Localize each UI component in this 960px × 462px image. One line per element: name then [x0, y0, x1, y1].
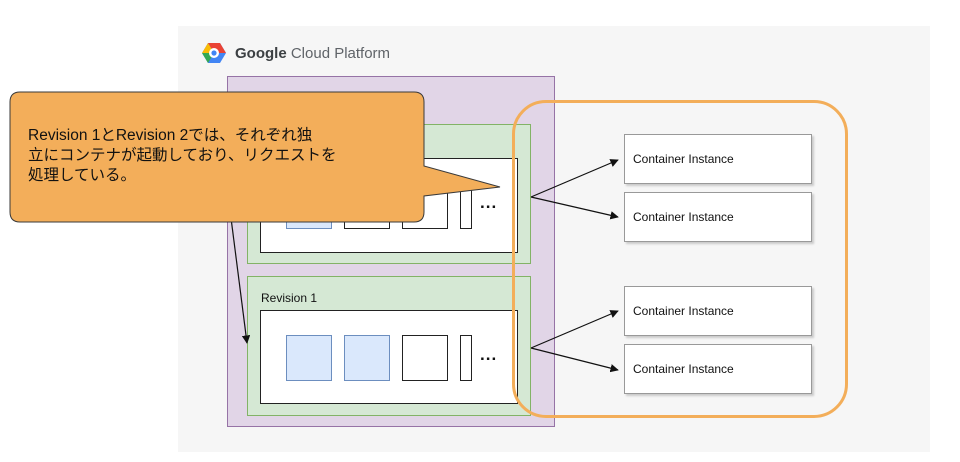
callout-line: 立にコンテナが起動しており、リクエストを [28, 147, 337, 164]
request-arrow [530, 310, 619, 349]
request-arrow [530, 196, 619, 220]
request-arrow [530, 347, 619, 373]
request-arrow [530, 159, 619, 198]
connector-layer [9, 91, 619, 373]
callout-line: 処理している。 [28, 167, 137, 184]
callout-text: Revision 1とRevision 2では、それぞれ独 立にコンテナが起動し… [28, 126, 418, 186]
callout-line: Revision 1とRevision 2では、それぞれ独 [28, 127, 313, 144]
traffic-arrow [230, 217, 251, 344]
